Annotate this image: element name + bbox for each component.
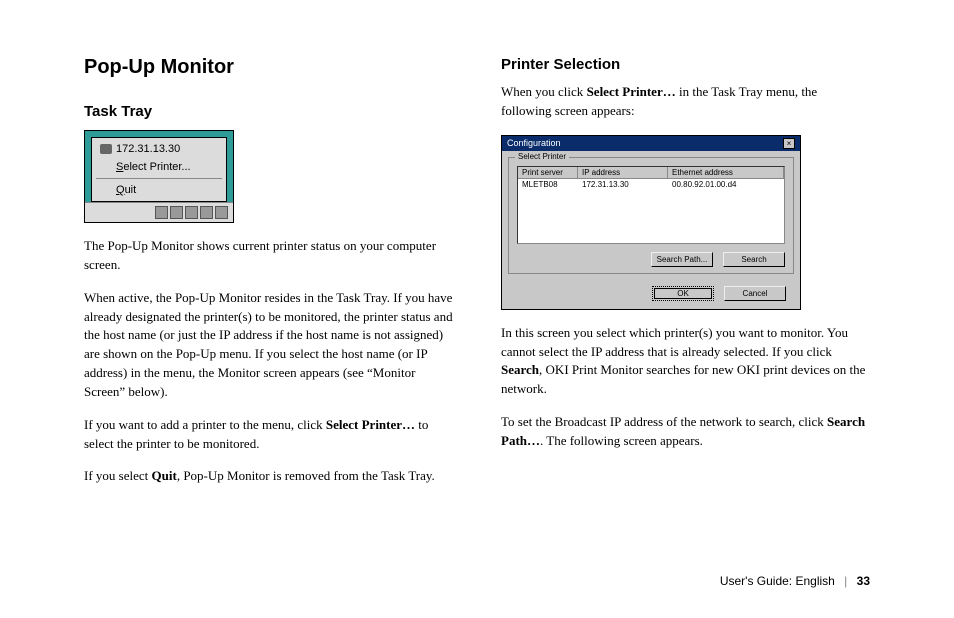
tray-icon[interactable]: [170, 206, 183, 219]
text: If you select: [84, 468, 152, 483]
text: , OKI Print Monitor searches for new OKI…: [501, 362, 865, 396]
para-broadcast: To set the Broadcast IP address of the n…: [501, 413, 870, 451]
footer-label: User's Guide: English: [720, 574, 835, 588]
menu-item-quit-label: Quit: [116, 184, 136, 196]
task-tray-figure: 172.31.13.30 Select Printer... Quit: [84, 130, 234, 223]
heading-popup-monitor: Pop-Up Monitor: [84, 56, 453, 79]
menu-item-ip[interactable]: 172.31.13.30: [92, 140, 226, 158]
para-select-printers: In this screen you select which printer(…: [501, 324, 870, 399]
dialog-bottom-row: OK Cancel: [502, 280, 800, 309]
tray-icon[interactable]: [155, 206, 168, 219]
group-label: Select Printer: [515, 152, 569, 161]
col-ethernet-address: Ethernet address: [668, 167, 784, 178]
tray-icon[interactable]: [185, 206, 198, 219]
left-column: Pop-Up Monitor Task Tray 172.31.13.30 Se…: [84, 56, 453, 500]
tray-icon[interactable]: [215, 206, 228, 219]
para-resides: When active, the Pop-Up Monitor resides …: [84, 289, 453, 402]
cell-server: MLETB08: [518, 179, 578, 190]
para-add-printer: If you want to add a printer to the menu…: [84, 416, 453, 454]
printer-list[interactable]: Print server IP address Ethernet address…: [517, 166, 785, 244]
bold-select-printer: Select Printer…: [326, 417, 415, 432]
page-columns: Pop-Up Monitor Task Tray 172.31.13.30 Se…: [84, 56, 870, 500]
cell-eth: 00.80.92.01.00.d4: [668, 179, 784, 190]
page-footer: User's Guide: English | 33: [720, 574, 870, 588]
text: To set the Broadcast IP address of the n…: [501, 414, 827, 429]
search-path-button[interactable]: Search Path...: [651, 252, 713, 267]
menu-item-quit[interactable]: Quit: [92, 181, 226, 199]
text: When you click: [501, 84, 587, 99]
close-icon[interactable]: ×: [783, 138, 795, 149]
col-print-server: Print server: [518, 167, 578, 178]
search-button[interactable]: Search: [723, 252, 785, 267]
para-intro: The Pop-Up Monitor shows current printer…: [84, 237, 453, 275]
bold-search: Search: [501, 362, 539, 377]
dialog-body: Select Printer Print server IP address E…: [502, 151, 800, 280]
page-number: 33: [857, 574, 870, 588]
footer-separator: |: [844, 574, 847, 588]
list-row[interactable]: MLETB08 172.31.13.30 00.80.92.01.00.d4: [518, 179, 784, 190]
teal-background: 172.31.13.30 Select Printer... Quit: [85, 131, 233, 202]
menu-divider: [96, 178, 222, 179]
select-printer-group: Select Printer Print server IP address E…: [508, 157, 794, 274]
system-tray-strip: [85, 202, 233, 222]
group-button-row: Search Path... Search: [517, 252, 785, 267]
text: In this screen you select which printer(…: [501, 325, 848, 359]
dialog-title: Configuration: [507, 138, 561, 148]
cancel-button[interactable]: Cancel: [724, 286, 786, 301]
ok-button[interactable]: OK: [652, 286, 714, 301]
list-header: Print server IP address Ethernet address: [518, 167, 784, 179]
right-column: Printer Selection When you click Select …: [501, 56, 870, 500]
configuration-dialog: Configuration × Select Printer Print ser…: [501, 135, 801, 310]
tray-icon[interactable]: [200, 206, 213, 219]
text: , Pop-Up Monitor is removed from the Tas…: [177, 468, 435, 483]
menu-item-ip-label: 172.31.13.30: [116, 143, 180, 155]
bold-quit: Quit: [152, 468, 177, 483]
heading-task-tray: Task Tray: [84, 103, 453, 120]
dialog-titlebar: Configuration ×: [502, 136, 800, 151]
cell-ip: 172.31.13.30: [578, 179, 668, 190]
popup-menu: 172.31.13.30 Select Printer... Quit: [91, 137, 227, 202]
menu-item-select-label: Select Printer...: [116, 161, 191, 173]
text: . The following screen appears.: [540, 433, 703, 448]
para-quit: If you select Quit, Pop-Up Monitor is re…: [84, 467, 453, 486]
heading-printer-selection: Printer Selection: [501, 56, 870, 73]
bold-select-printer: Select Printer…: [587, 84, 676, 99]
menu-item-select-printer[interactable]: Select Printer...: [92, 158, 226, 176]
text: If you want to add a printer to the menu…: [84, 417, 326, 432]
col-ip-address: IP address: [578, 167, 668, 178]
para-when-click: When you click Select Printer… in the Ta…: [501, 83, 870, 121]
